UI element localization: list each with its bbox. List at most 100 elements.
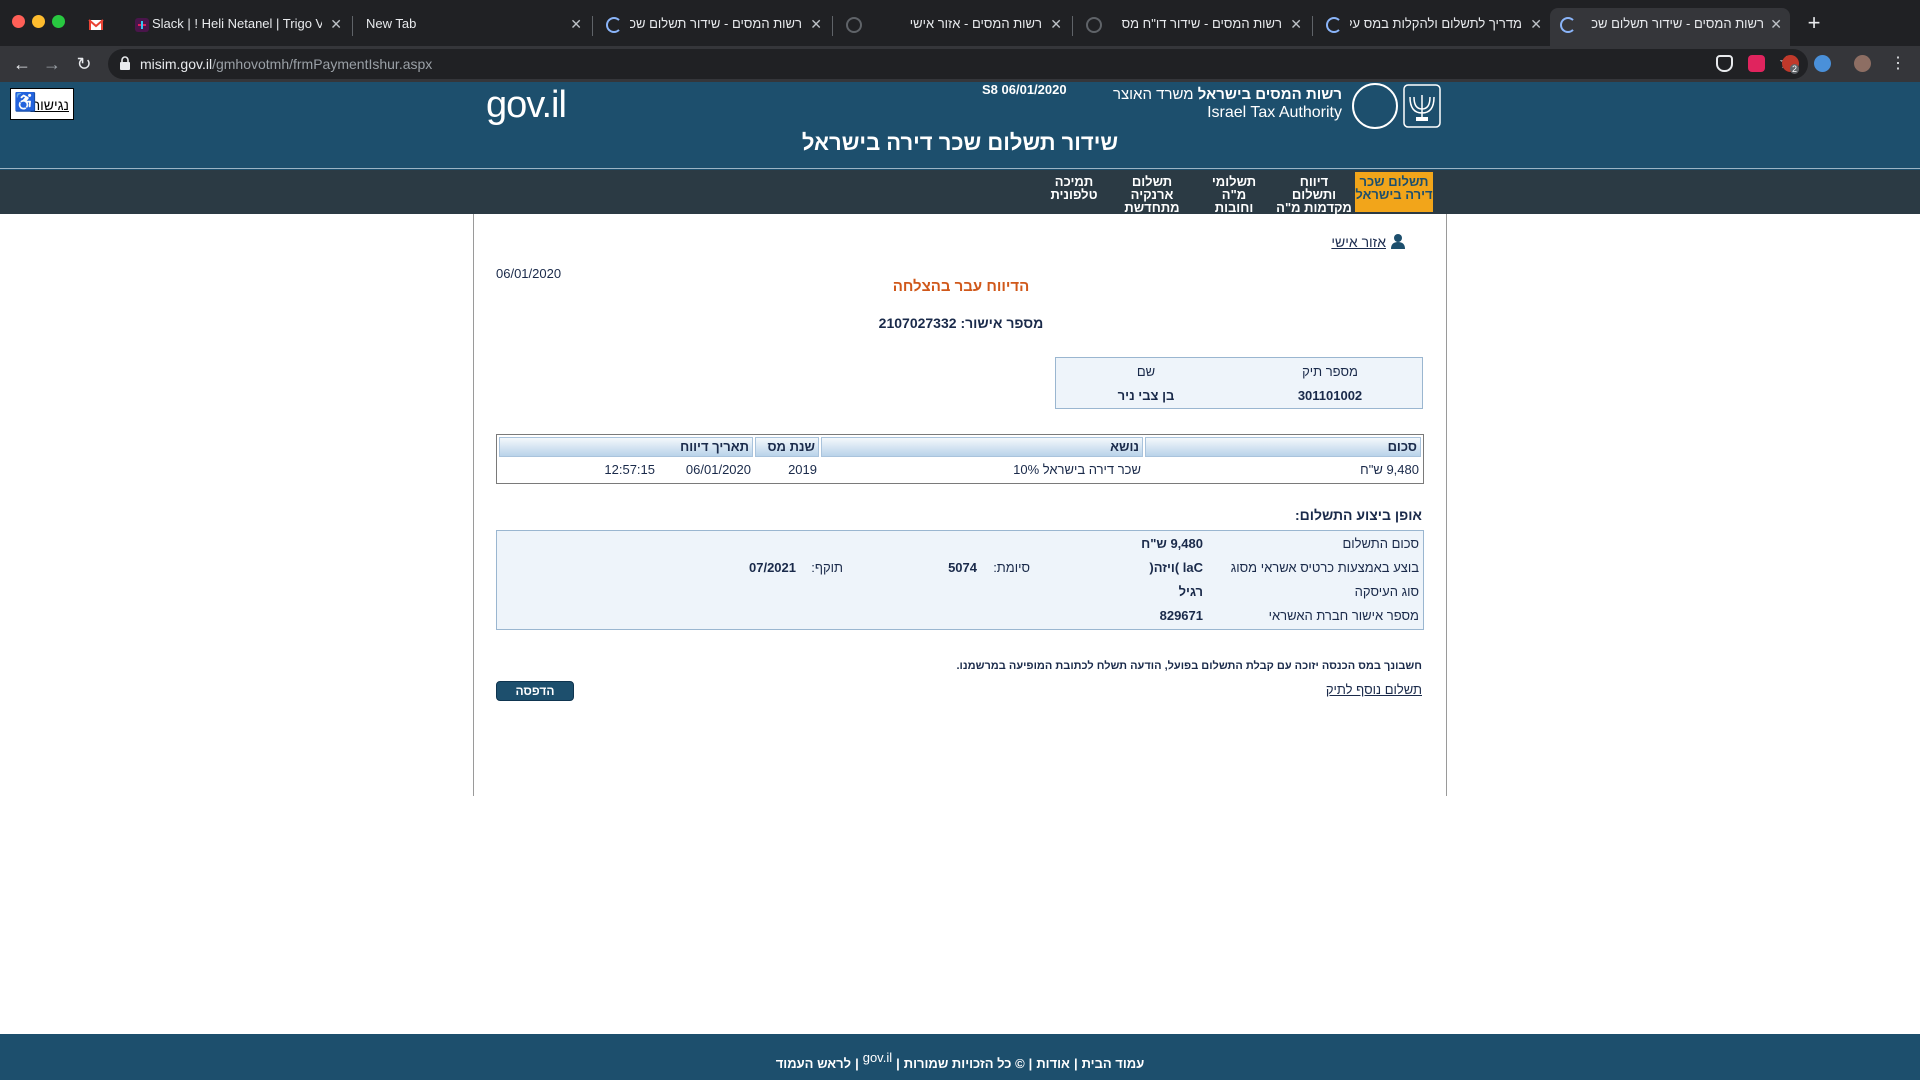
col-header-tax-year: שנת מס — [755, 437, 819, 457]
extension-badge-count: 2 — [1790, 64, 1800, 74]
address-bar[interactable]: misim.gov.il/gmhovotmh/frmPaymentIshur.a… — [108, 49, 1808, 79]
tab-close-icon[interactable]: ✕ — [1290, 8, 1302, 40]
menu-icon[interactable]: ⋮ — [1886, 52, 1910, 76]
main-content: אזור אישי 06/01/2020 הדיווח עבר בהצלחה מ… — [473, 214, 1447, 796]
tax-authority-seal-icon — [1352, 83, 1398, 129]
gmail-icon — [88, 19, 104, 30]
approval-number-line: מספר אישור: 2107027332 — [474, 315, 1448, 331]
report-table: סכום נושא שנת מס תאריך דיווח 9,480 ש"ח ש… — [496, 434, 1424, 484]
tab-personal-area[interactable]: רשות המסים - אזור אישי ✕ — [836, 8, 1070, 46]
back-icon[interactable]: ← — [10, 52, 34, 76]
card-ending-value: 5074 — [948, 560, 977, 575]
minimize-window-button[interactable] — [32, 15, 45, 28]
tab-rent-payment[interactable]: רשות המסים - שידור תשלום שכ ✕ — [596, 8, 830, 46]
nav-item-label: דירה בישראל — [1355, 187, 1433, 202]
extension-red-icon[interactable] — [1748, 55, 1765, 72]
success-message: הדיווח עבר בהצלחה — [892, 278, 1030, 295]
close-window-button[interactable] — [12, 15, 25, 28]
accessibility-button[interactable]: נגישות ♿ — [10, 88, 74, 120]
another-payment-link[interactable]: תשלום נוסף לתיק — [1326, 682, 1422, 697]
tab-separator — [832, 16, 833, 36]
globe-icon — [1086, 17, 1102, 33]
nav-item-label: מקדמות מ"ה — [1276, 200, 1352, 215]
card-valid-label: תוקף: — [811, 560, 843, 575]
extension-blue-icon[interactable] — [1814, 55, 1831, 72]
browser-tab-strip: Slack | ! Heli Netanel | Trigo Vi ✕ New … — [0, 0, 1920, 46]
personal-area-label: אזור אישי — [1331, 234, 1386, 250]
cell-tax-year: 2019 — [788, 462, 817, 477]
print-button[interactable]: הדפסה — [496, 681, 574, 701]
tab-close-icon[interactable]: ✕ — [570, 8, 582, 40]
file-number-value: 301101002 — [1297, 388, 1363, 403]
tab-new-tab[interactable]: New Tab ✕ — [356, 8, 590, 46]
menorah-emblem-icon — [1403, 84, 1441, 128]
tab-active-rent-payment[interactable]: רשות המסים - שידור תשלום שכ ✕ — [1550, 8, 1790, 46]
session-info: S8 06/01/2020 — [982, 82, 1067, 97]
main-nav: תשלום שכר דירה בישראל דיווח ותשלום מקדמו… — [0, 170, 1920, 214]
nav-item-renewable-arnona[interactable]: תשלום ארנקיה מתחדשת — [1110, 172, 1194, 214]
approval-label: מספר אישור: — [960, 315, 1044, 331]
authority-name: רשות המסים בישראל משרד האוצר — [1098, 86, 1342, 103]
site-header: נגישות ♿ gov.il S8 06/01/2020 רשות המסים… — [0, 82, 1920, 170]
credit-approval-value: 829671 — [1159, 608, 1203, 623]
cell-report-date: 06/01/2020 — [685, 462, 751, 477]
col-header-subject: נושא — [821, 437, 1143, 457]
nav-item-income-tax-debts[interactable]: תשלומי מ"ה וחובות — [1198, 172, 1270, 215]
gov-il-logo[interactable]: gov.il — [486, 84, 567, 127]
profile-avatar[interactable] — [1854, 55, 1871, 72]
tab-close-icon[interactable]: ✕ — [1770, 8, 1782, 40]
tab-title: רשות המסים - שידור תשלום שכ — [1591, 16, 1764, 31]
tab-separator — [1072, 16, 1073, 36]
url-path: /gmhovotmh/frmPaymentIshur.aspx — [212, 56, 433, 72]
tab-guide[interactable]: מדריך לתשלום ולהקלות במס על ✕ — [1316, 8, 1550, 46]
browser-toolbar: ← → ↻ misim.gov.il/gmhovotmh/frmPaymentI… — [0, 46, 1920, 82]
cell-amount: 9,480 ש"ח — [1360, 462, 1419, 477]
nav-item-advance-payments[interactable]: דיווח ותשלום מקדמות מ"ה — [1276, 172, 1352, 215]
url-host: misim.gov.il — [140, 56, 213, 72]
col-header-report-date: תאריך דיווח — [499, 437, 753, 457]
cell-subject: שכר דירה בישראל 10% — [1013, 462, 1141, 477]
site-footer: עמוד הבית|אודות|© כל הזכויות שמורות|gov.… — [0, 1034, 1920, 1080]
tab-title: רשות המסים - אזור אישי — [909, 16, 1042, 31]
tab-close-icon[interactable]: ✕ — [1050, 8, 1062, 40]
footer-link-home[interactable]: עמוד הבית — [1082, 1056, 1145, 1071]
tab-separator — [352, 16, 353, 36]
tab-tax-report[interactable]: רשות המסים - שידור דו"ח מס ✕ — [1076, 8, 1310, 46]
reload-icon[interactable]: ↻ — [72, 52, 96, 76]
nav-item-rent-payment[interactable]: תשלום שכר דירה בישראל — [1355, 172, 1433, 212]
new-tab-button[interactable]: + — [1802, 12, 1826, 36]
nav-item-label: וחובות — [1214, 200, 1254, 215]
file-info-box: מספר תיק 301101002 שם בן צבי ניר — [1055, 357, 1423, 409]
deal-type-label: סוג העיסקה — [1354, 584, 1419, 599]
name-value: בן צבי ניר — [1117, 388, 1175, 403]
lock-icon — [120, 56, 130, 70]
extension-badge-icon[interactable]: 2 — [1782, 55, 1800, 74]
tab-close-icon[interactable]: ✕ — [810, 8, 822, 40]
forward-icon[interactable]: → — [40, 52, 64, 76]
nav-item-phone-support[interactable]: תמיכה טלפונית — [1048, 172, 1100, 212]
footer-link-about[interactable]: אודות — [1036, 1056, 1070, 1071]
tab-slack[interactable]: Slack | ! Heli Netanel | Trigo Vi ✕ — [124, 8, 350, 46]
payment-method-title: אופן ביצוע התשלום: — [1295, 507, 1422, 523]
col-header-amount: סכום — [1145, 437, 1421, 457]
footer-separator: | — [896, 1056, 900, 1071]
tab-separator — [592, 16, 593, 36]
credit-approval-label: מספר אישור חברת האשראי — [1268, 608, 1419, 623]
tab-close-icon[interactable]: ✕ — [1530, 8, 1542, 40]
footer-separator: | — [855, 1056, 859, 1071]
pocket-icon[interactable] — [1716, 55, 1733, 72]
ministry-name: משרד האוצר — [1112, 86, 1194, 103]
maximize-window-button[interactable] — [52, 15, 65, 28]
name-label: שם — [1136, 364, 1156, 379]
tab-title: רשות המסים - שידור תשלום שכ — [630, 16, 802, 31]
card-type-value: laC )ויזה( — [1149, 560, 1203, 575]
personal-area-link[interactable]: אזור אישי — [1331, 234, 1406, 250]
tab-close-icon[interactable]: ✕ — [330, 8, 342, 40]
cell-report-time: 12:57:15 — [604, 462, 655, 477]
footer-link-top[interactable]: לראש העמוד — [776, 1056, 851, 1071]
payment-amount-label: סכום התשלום — [1342, 536, 1419, 551]
tab-gmail[interactable] — [82, 8, 110, 46]
tab-title: רשות המסים - שידור דו"ח מס — [1121, 16, 1282, 31]
footer-gov-il-logo[interactable]: gov.il — [863, 1050, 892, 1065]
loading-icon — [1326, 17, 1342, 33]
